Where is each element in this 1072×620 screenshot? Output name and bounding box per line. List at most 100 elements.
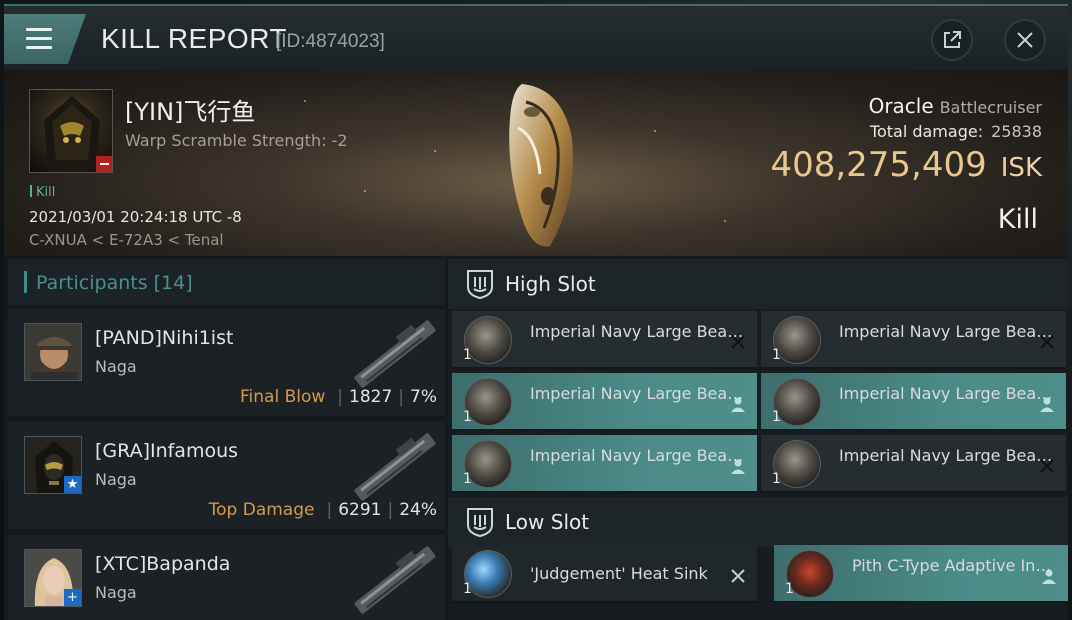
participant-name[interactable]: [PAND]Nihi1ist bbox=[95, 327, 233, 349]
participant-percent: 7% bbox=[410, 387, 437, 407]
participants-accent bbox=[24, 271, 27, 293]
avatar[interactable]: ★ bbox=[24, 436, 82, 494]
participant-name[interactable]: [GRA]Infamous bbox=[95, 440, 238, 462]
avatar[interactable]: + bbox=[24, 549, 82, 607]
destroyed-x-icon bbox=[1040, 459, 1054, 473]
page-title: KILL REPORT bbox=[101, 23, 288, 54]
weapon-icon bbox=[354, 433, 436, 501]
destroyed-x-icon bbox=[731, 569, 745, 583]
star bbox=[434, 150, 436, 152]
dropped-person-icon bbox=[1040, 397, 1054, 412]
module-quantity: 1 bbox=[772, 409, 781, 425]
star bbox=[724, 220, 726, 222]
module-item[interactable]: 1 'Judgement' Heat Sink bbox=[452, 545, 757, 603]
fitting-panel: High Slot 1 Imperial Navy Large Beam Las… bbox=[448, 259, 1068, 620]
victim-portrait[interactable] bbox=[29, 89, 113, 173]
participant-damage: 6291 bbox=[338, 500, 382, 520]
participant-row[interactable]: + [XTC]Bapanda Naga bbox=[8, 535, 445, 620]
module-name: Imperial Navy Large Beam Laser bbox=[839, 384, 1061, 403]
module-name: 'Judgement' Heat Sink bbox=[530, 564, 708, 583]
low-slot-icon bbox=[467, 508, 493, 537]
stats-divider: | bbox=[326, 500, 333, 520]
stats-divider: | bbox=[337, 387, 344, 407]
participants-panel: Participants [14] [PAND]Nihi1ist Naga Fi… bbox=[8, 259, 445, 620]
module-item[interactable]: 1 Imperial Navy Large Beam Laser bbox=[452, 311, 757, 369]
close-button[interactable] bbox=[1004, 19, 1046, 61]
total-damage-value: 25838 bbox=[991, 122, 1042, 141]
participant-row[interactable]: [PAND]Nihi1ist Naga Final Blow | 1827 | 7% bbox=[8, 309, 445, 419]
module-name: Imperial Navy Large Beam Laser bbox=[530, 322, 752, 341]
hamburger-icon-bar bbox=[26, 46, 52, 49]
participant-name[interactable]: [XTC]Bapanda bbox=[95, 553, 230, 575]
star bbox=[364, 190, 366, 192]
module-quantity: 1 bbox=[463, 347, 472, 363]
module-quantity: 1 bbox=[772, 347, 781, 363]
participant-role: Final Blow bbox=[240, 387, 326, 407]
module-item[interactable]: 1 Imperial Navy Large Beam Laser bbox=[761, 373, 1066, 431]
isk-unit: ISK bbox=[1000, 153, 1042, 183]
participants-label: Participants [14] bbox=[36, 272, 193, 294]
kill-location[interactable]: C-XNUA < E-72A3 < Tenal bbox=[29, 231, 224, 249]
share-icon bbox=[944, 31, 961, 48]
dropped-person-icon bbox=[731, 459, 745, 474]
kill-report-window: KILL REPORT [ID:4874023] [YIN]飞行鱼 Warp S… bbox=[4, 4, 1068, 620]
menu-button[interactable] bbox=[4, 14, 86, 64]
module-name: Imperial Navy Large Beam Laser bbox=[530, 446, 752, 465]
high-slot-icon bbox=[467, 270, 493, 299]
module-item[interactable]: 1 Imperial Navy Large Beam Laser bbox=[452, 435, 757, 493]
low-slot-title: Low Slot bbox=[505, 510, 590, 534]
module-quantity: 1 bbox=[772, 471, 781, 487]
report-id: [ID:4874023] bbox=[276, 31, 385, 52]
low-slot-header: Low Slot bbox=[448, 497, 1068, 547]
warp-scramble-strength: Warp Scramble Strength: -2 bbox=[125, 131, 348, 150]
participant-ship: Naga bbox=[95, 470, 137, 489]
destroyed-x-icon bbox=[1040, 335, 1054, 349]
module-item[interactable]: 1 Imperial Navy Large Beam Laser bbox=[452, 373, 757, 431]
close-icon bbox=[1017, 32, 1033, 48]
victim-banner: [YIN]飞行鱼 Warp Scramble Strength: -2 Kill… bbox=[4, 70, 1068, 256]
dropped-person-icon bbox=[731, 397, 745, 412]
weapon-icon bbox=[354, 320, 436, 388]
module-quantity: 1 bbox=[463, 581, 472, 597]
participant-stats: Top Damage | 6291 | 24% bbox=[209, 500, 437, 520]
participant-percent: 24% bbox=[399, 500, 437, 520]
kill-result: Kill bbox=[997, 204, 1038, 235]
module-item[interactable]: 1 Pith C-Type Adaptive Invulnerability F… bbox=[774, 545, 1068, 603]
module-name: Imperial Navy Large Beam Laser bbox=[530, 384, 752, 403]
avatar[interactable] bbox=[24, 323, 82, 381]
participants-header[interactable]: Participants [14] bbox=[8, 259, 445, 305]
participant-stats: Final Blow | 1827 | 7% bbox=[240, 387, 437, 407]
victim-ship-image[interactable] bbox=[492, 78, 582, 252]
stats-divider: | bbox=[398, 387, 405, 407]
ship-class: Battlecruiser bbox=[939, 98, 1042, 117]
module-quantity: 1 bbox=[785, 581, 794, 597]
participant-row[interactable]: ★ [GRA]Infamous Naga Top Damage | 6291 | 24% bbox=[8, 422, 445, 532]
corp-badge: + bbox=[64, 589, 81, 606]
module-quantity: 1 bbox=[463, 409, 472, 425]
module-name: Imperial Navy Large Beam Laser bbox=[839, 322, 1061, 341]
corp-badge: ★ bbox=[64, 476, 81, 493]
high-slot-title: High Slot bbox=[505, 272, 596, 296]
hamburger-icon bbox=[26, 28, 52, 31]
window-header: KILL REPORT [ID:4874023] bbox=[4, 6, 1068, 70]
victim-ship[interactable]: Oracle Battlecruiser bbox=[869, 94, 1042, 118]
module-name: Imperial Navy Large Beam Laser bbox=[839, 446, 1061, 465]
hamburger-icon-bar bbox=[26, 37, 52, 40]
total-damage: Total damage: 25838 bbox=[870, 122, 1042, 141]
share-button[interactable] bbox=[931, 19, 973, 61]
module-item[interactable]: 1 Imperial Navy Large Beam Laser bbox=[761, 311, 1066, 369]
kill-timestamp: 2021/03/01 20:24:18 UTC -8 bbox=[29, 208, 242, 226]
dropped-person-icon bbox=[1042, 569, 1056, 584]
participant-ship: Naga bbox=[95, 583, 137, 602]
star bbox=[304, 100, 306, 102]
standing-badge bbox=[96, 156, 112, 172]
participant-role: Top Damage bbox=[208, 500, 315, 520]
stats-divider: | bbox=[387, 500, 394, 520]
ship-name: Oracle bbox=[868, 94, 934, 118]
isk-value: 408,275,409 ISK bbox=[770, 145, 1042, 185]
victim-name[interactable]: [YIN]飞行鱼 bbox=[125, 92, 255, 127]
module-name: Pith C-Type Adaptive Invulnerability Fie… bbox=[852, 556, 1052, 575]
participant-ship: Naga bbox=[95, 357, 137, 376]
module-item[interactable]: 1 Imperial Navy Large Beam Laser bbox=[761, 435, 1066, 493]
kill-tag: Kill bbox=[30, 185, 55, 200]
